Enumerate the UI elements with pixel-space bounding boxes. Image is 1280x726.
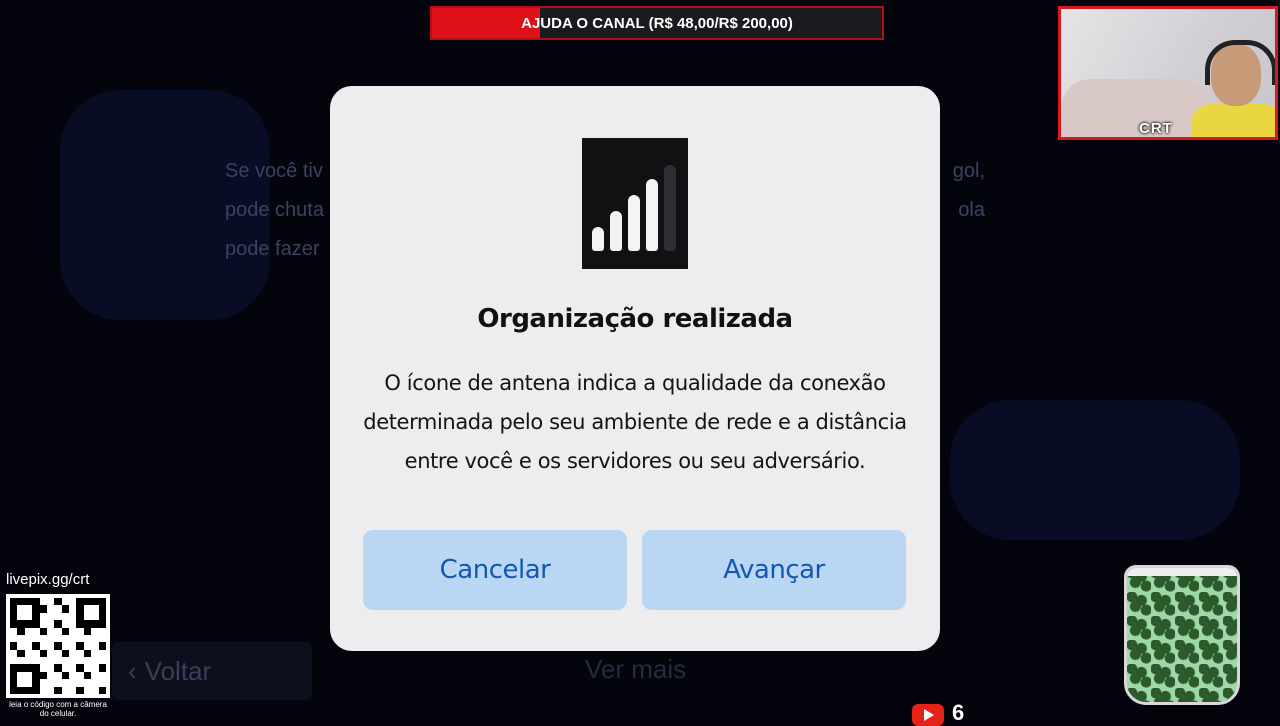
next-button[interactable]: Avançar [642, 530, 906, 610]
background-text-line: gol, [952, 160, 985, 182]
viewer-count: 6 [952, 700, 965, 725]
dialog-message: O ícone de antena indica a qualidade da … [360, 364, 910, 481]
background-logo-shape [950, 400, 1240, 540]
background-back-label: Voltar [144, 655, 212, 686]
donation-goal-bar: AJUDA O CANAL (R$ 48,00/R$ 200,00) [430, 6, 884, 40]
webcam-tag: CRT [1139, 120, 1173, 137]
qr-caption: leia o código com a câmera do celular. [9, 700, 107, 718]
streamer [1191, 40, 1275, 137]
background-back-button: ‹ Voltar [112, 642, 312, 700]
dialog-message-line: determinada pelo seu ambiente de rede e … [363, 410, 907, 434]
background-text-line: ola [958, 199, 985, 221]
dialog-title: Organização realizada [477, 304, 793, 334]
jar-lid [1127, 568, 1237, 576]
jar-widget-icon [1124, 565, 1240, 705]
connection-info-dialog: Organização realizada O ícone de antena … [330, 86, 940, 651]
qr-code [6, 594, 110, 698]
headset-icon [1205, 40, 1275, 85]
background-more-button: Ver mais [585, 654, 687, 684]
cancel-button[interactable]: Cancelar [363, 530, 627, 610]
background-text-line: Se você tiv [225, 160, 323, 182]
webcam-background [1061, 79, 1211, 137]
dialog-message-line: O ícone de antena indica a qualidade da … [384, 371, 886, 395]
background-text-line: pode chuta [225, 199, 324, 221]
donation-goal-label: AJUDA O CANAL (R$ 48,00/R$ 200,00) [521, 14, 793, 32]
dialog-message-line: entre você e os servidores ou seu advers… [404, 449, 866, 473]
youtube-icon [912, 704, 944, 726]
livepix-url: livepix.gg/crt [6, 571, 90, 588]
webcam-feed: CRT [1058, 6, 1278, 140]
chevron-left-icon: ‹ [128, 655, 137, 686]
signal-strength-icon [582, 138, 688, 269]
background-text-line: pode fazer [225, 238, 320, 260]
